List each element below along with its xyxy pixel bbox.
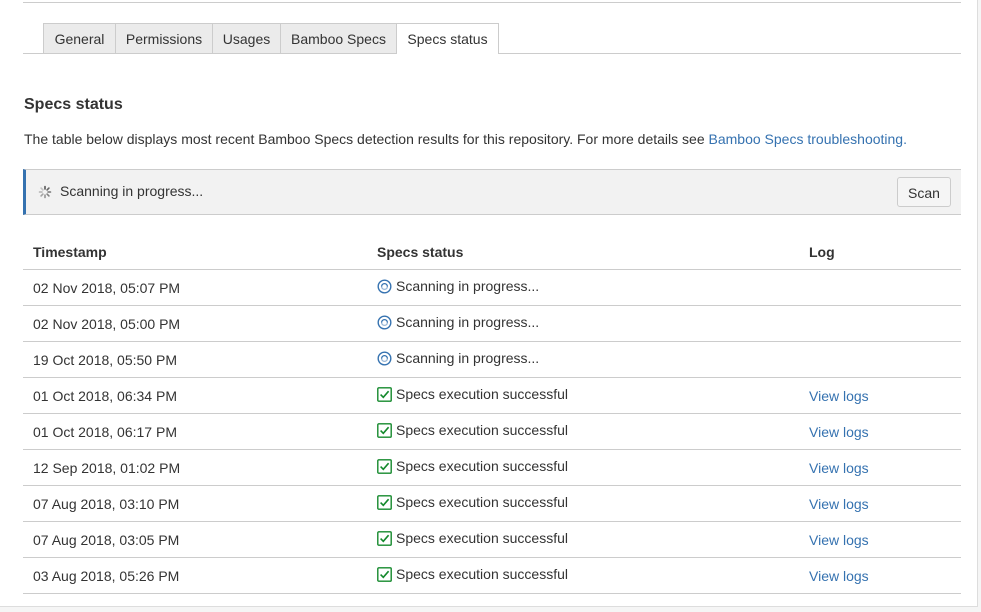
status-indicator: Specs execution successful [377,530,568,546]
scan-status-bar: Scanning in progress... Scan [23,169,961,215]
scanning-icon [377,315,392,330]
status-cell: Specs execution successful [377,377,809,414]
status-cell: Specs execution successful [377,521,809,558]
status-indicator: Specs execution successful [377,458,568,474]
tab-bamboo-specs[interactable]: Bamboo Specs [280,23,397,53]
tab-general[interactable]: General [43,23,116,53]
log-cell [809,305,961,342]
table-row: 07 Aug 2018, 03:05 PM Specs execution suc… [23,521,961,558]
scanning-icon [377,279,392,294]
status-cell: Specs execution successful [377,413,809,450]
table-row: 02 Nov 2018, 05:00 PM Scanning in progres… [23,305,961,342]
specs-status-table: Timestamp Specs status Log 02 Nov 2018, … [23,234,961,594]
status-indicator: Specs execution successful [377,566,568,582]
table-row: 01 Oct 2018, 06:34 PM Specs execution suc… [23,377,961,414]
status-text: Scanning in progress... [396,350,540,367]
timestamp-cell: 19 Oct 2018, 05:50 PM [23,341,377,378]
table-row: 01 Oct 2018, 06:17 PM Specs execution suc… [23,413,961,450]
timestamp-cell: 07 Aug 2018, 03:10 PM [23,485,377,522]
spinner-icon [38,185,52,199]
troubleshooting-link[interactable]: Bamboo Specs troubleshooting. [709,131,907,147]
status-cell: Specs execution successful [377,485,809,522]
log-cell: View logs [809,449,961,486]
table-header-row: Timestamp Specs status Log [23,234,961,270]
timestamp-cell: 03 Aug 2018, 05:26 PM [23,557,377,594]
status-cell: Scanning in progress... [377,341,809,378]
timestamp-cell: 02 Nov 2018, 05:00 PM [23,305,377,342]
table-row: 07 Aug 2018, 03:10 PM Specs execution suc… [23,485,961,522]
view-logs-link[interactable]: View logs [809,496,869,512]
table-row: 03 Aug 2018, 05:26 PM Specs execution suc… [23,557,961,594]
table-row: 12 Sep 2018, 01:02 PM Specs execution suc… [23,449,961,486]
status-text: Specs execution successful [396,422,568,439]
status-indicator: Specs execution successful [377,422,568,438]
view-logs-link[interactable]: View logs [809,568,869,584]
status-cell: Specs execution successful [377,449,809,486]
status-cell: Scanning in progress... [377,269,809,306]
tab-specs-status[interactable]: Specs status [396,23,499,54]
view-logs-link[interactable]: View logs [809,532,869,548]
status-text: Specs execution successful [396,494,568,511]
status-cell: Specs execution successful [377,557,809,594]
log-cell: View logs [809,521,961,558]
view-logs-link[interactable]: View logs [809,460,869,476]
log-cell: View logs [809,377,961,414]
intro-text: The table below displays most recent Bam… [24,131,709,147]
success-check-icon [377,458,392,474]
success-check-icon [377,530,392,546]
log-cell: View logs [809,485,961,522]
tab-usages[interactable]: Usages [212,23,281,53]
status-text: Specs execution successful [396,530,568,547]
specs-status-panel: General Permissions Usages Bamboo Specs … [0,0,978,607]
status-indicator: Specs execution successful [377,386,568,402]
intro-paragraph: The table below displays most recent Bam… [24,131,907,147]
header-specs-status: Specs status [377,234,809,270]
table-row: 02 Nov 2018, 05:07 PM Scanning in progres… [23,269,961,306]
view-logs-link[interactable]: View logs [809,388,869,404]
section-title: Specs status [24,96,123,113]
success-check-icon [377,494,392,510]
timestamp-cell: 07 Aug 2018, 03:05 PM [23,521,377,558]
top-divider [23,2,961,3]
status-indicator: Scanning in progress... [377,350,539,366]
success-check-icon [377,422,392,438]
log-cell [809,269,961,306]
status-indicator: Specs execution successful [377,494,568,510]
status-text: Scanning in progress... [396,314,540,331]
success-check-icon [377,386,392,402]
status-text: Specs execution successful [396,458,568,475]
timestamp-cell: 12 Sep 2018, 01:02 PM [23,449,377,486]
header-timestamp: Timestamp [23,234,377,270]
log-cell: View logs [809,557,961,594]
status-text: Scanning in progress... [396,278,540,295]
log-cell [809,341,961,378]
status-indicator: Scanning in progress... [377,314,539,330]
status-indicator: Scanning in progress... [377,278,539,294]
timestamp-cell: 01 Oct 2018, 06:34 PM [23,377,377,414]
scan-button[interactable]: Scan [897,177,951,207]
scan-status-text: Scanning in progress... [60,183,204,199]
log-cell: View logs [809,413,961,450]
status-text: Specs execution successful [396,386,568,403]
table-row: 19 Oct 2018, 05:50 PM Scanning in progres… [23,341,961,378]
timestamp-cell: 01 Oct 2018, 06:17 PM [23,413,377,450]
tab-permissions[interactable]: Permissions [115,23,213,53]
timestamp-cell: 02 Nov 2018, 05:07 PM [23,269,377,306]
success-check-icon [377,566,392,582]
status-cell: Scanning in progress... [377,305,809,342]
view-logs-link[interactable]: View logs [809,424,869,440]
status-text: Specs execution successful [396,566,568,583]
header-log: Log [809,234,961,270]
repository-tabs: General Permissions Usages Bamboo Specs … [23,23,961,54]
scanning-icon [377,351,392,366]
